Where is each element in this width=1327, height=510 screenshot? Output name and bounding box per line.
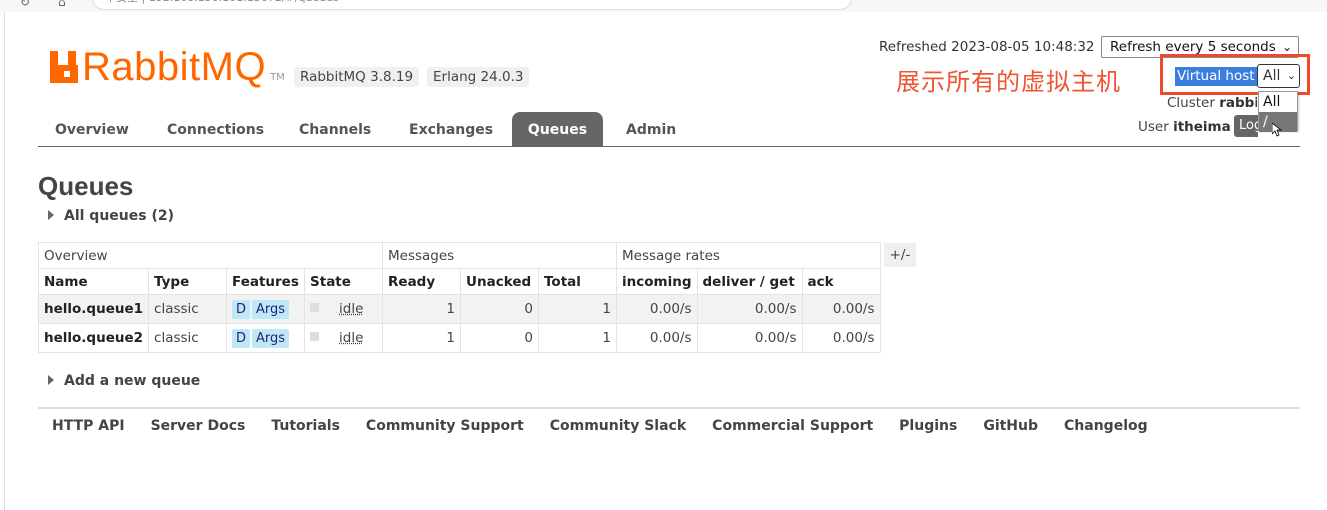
footer-link-changelog[interactable]: Changelog bbox=[1064, 418, 1148, 434]
expand-arrow-icon bbox=[48, 210, 54, 220]
erlang-version: Erlang 24.0.3 bbox=[427, 67, 530, 87]
virtual-host-value: All bbox=[1263, 68, 1281, 84]
feature-durable-badge: D bbox=[232, 299, 251, 319]
tab-exchanges[interactable]: Exchanges bbox=[409, 112, 493, 147]
queue-total: 1 bbox=[538, 294, 618, 324]
queue-ack-rate: 0.00/s bbox=[801, 294, 881, 324]
logo-text: RabbitMQ bbox=[82, 45, 267, 89]
footer-link-github[interactable]: GitHub bbox=[983, 418, 1038, 434]
virtual-host-label: Virtual host bbox=[1175, 67, 1257, 86]
all-queues-label: All queues (2) bbox=[64, 208, 174, 224]
col-features[interactable]: Features bbox=[226, 268, 306, 295]
vhost-option-all[interactable]: All bbox=[1259, 92, 1297, 112]
annotation-text: 展示所有的虚拟主机 bbox=[896, 68, 1121, 96]
col-ready[interactable]: Ready bbox=[382, 268, 462, 295]
browser-chrome: ↻ ⌂ 不安全 | 192.168.150.101:15672/#/queues bbox=[0, 0, 1327, 12]
state-indicator-icon bbox=[310, 332, 320, 341]
state-indicator-icon bbox=[310, 303, 320, 312]
tab-queues[interactable]: Queues bbox=[512, 112, 603, 147]
footer-divider bbox=[38, 407, 1300, 409]
refresh-interval-value: Refresh every 5 seconds bbox=[1110, 39, 1276, 55]
tab-overview[interactable]: Overview bbox=[55, 112, 129, 147]
feature-durable-badge: D bbox=[232, 328, 251, 348]
queue-deliver-rate: 0.00/s bbox=[696, 294, 803, 324]
col-deliver-get[interactable]: deliver / get bbox=[696, 268, 803, 295]
rabbitmq-logo[interactable]: RabbitMQ TM bbox=[50, 47, 285, 87]
tab-admin[interactable]: Admin bbox=[626, 112, 676, 147]
footer-link-community-slack[interactable]: Community Slack bbox=[550, 418, 686, 434]
queue-ack-rate: 0.00/s bbox=[801, 323, 881, 353]
address-bar[interactable]: 不安全 | 192.168.150.101:15672/#/queues bbox=[92, 0, 852, 10]
feature-args-badge: Args bbox=[252, 299, 290, 319]
queue-incoming-rate: 0.00/s bbox=[616, 294, 698, 324]
group-message-rates: Message rates bbox=[616, 242, 881, 269]
footer-link-tutorials[interactable]: Tutorials bbox=[271, 418, 340, 434]
table-row[interactable]: hello.queue1 classic D Args idle 1 0 1 0.… bbox=[37, 294, 881, 324]
cluster-value: rabbi bbox=[1219, 95, 1257, 111]
page-title: Queues bbox=[38, 171, 134, 201]
footer-link-commercial-support[interactable]: Commercial Support bbox=[712, 418, 873, 434]
table-row[interactable]: hello.queue2 classic D Args idle 1 0 1 0.… bbox=[37, 323, 881, 353]
feature-args-badge: Args bbox=[252, 328, 290, 348]
add-queue-label: Add a new queue bbox=[64, 373, 201, 389]
logo-tm: TM bbox=[270, 72, 285, 83]
rabbitmq-logo-icon bbox=[50, 51, 78, 83]
queue-deliver-rate: 0.00/s bbox=[696, 323, 803, 353]
col-state[interactable]: State bbox=[304, 268, 384, 295]
col-total[interactable]: Total bbox=[538, 268, 618, 295]
refresh-icon[interactable]: ↻ bbox=[20, 0, 34, 8]
col-ack[interactable]: ack bbox=[801, 268, 881, 295]
queue-state-text: idle bbox=[339, 301, 364, 317]
footer-link-server-docs[interactable]: Server Docs bbox=[151, 418, 246, 434]
queue-state: idle bbox=[304, 323, 384, 353]
chevron-down-icon: ⌄ bbox=[1286, 69, 1296, 82]
col-name[interactable]: Name bbox=[37, 268, 150, 295]
all-queues-toggle[interactable]: All queues (2) bbox=[48, 208, 174, 224]
col-type[interactable]: Type bbox=[148, 268, 228, 295]
tab-connections[interactable]: Connections bbox=[167, 112, 264, 147]
queue-features: D Args bbox=[226, 323, 306, 353]
main-nav-tabs: Overview Connections Channels Exchanges … bbox=[38, 112, 1300, 147]
virtual-host-select[interactable]: All ⌄ bbox=[1257, 64, 1300, 88]
queue-total: 1 bbox=[538, 323, 618, 353]
add-queue-toggle[interactable]: Add a new queue bbox=[48, 373, 200, 389]
cluster-label: Cluster bbox=[1167, 95, 1215, 111]
rabbitmq-version: RabbitMQ 3.8.19 bbox=[294, 67, 420, 87]
column-options-button[interactable]: +/- bbox=[884, 243, 916, 267]
tab-channels[interactable]: Channels bbox=[299, 112, 371, 147]
group-overview: Overview bbox=[37, 242, 384, 269]
queue-name-link[interactable]: hello.queue2 bbox=[37, 323, 150, 353]
footer-link-plugins[interactable]: Plugins bbox=[899, 418, 957, 434]
queue-ready: 1 bbox=[382, 294, 462, 324]
queue-state-text: idle bbox=[339, 330, 364, 346]
col-unacked[interactable]: Unacked bbox=[460, 268, 540, 295]
queue-incoming-rate: 0.00/s bbox=[616, 323, 698, 353]
refreshed-timestamp: Refreshed 2023-08-05 10:48:32 bbox=[879, 39, 1095, 55]
queue-state: idle bbox=[304, 294, 384, 324]
queue-unacked: 0 bbox=[460, 323, 540, 353]
footer-link-http-api[interactable]: HTTP API bbox=[52, 418, 125, 434]
queue-name-link[interactable]: hello.queue1 bbox=[37, 294, 150, 324]
expand-arrow-icon bbox=[48, 375, 54, 385]
home-icon[interactable]: ⌂ bbox=[58, 0, 72, 8]
col-incoming[interactable]: incoming bbox=[616, 268, 698, 295]
cluster-info: Cluster rabbi bbox=[1167, 95, 1257, 111]
queue-features: D Args bbox=[226, 294, 306, 324]
queue-ready: 1 bbox=[382, 323, 462, 353]
queue-type: classic bbox=[148, 323, 228, 353]
group-messages: Messages bbox=[382, 242, 618, 269]
queue-type: classic bbox=[148, 294, 228, 324]
queues-table: Overview Messages Message rates Name Typ… bbox=[37, 242, 881, 353]
footer-link-community-support[interactable]: Community Support bbox=[366, 418, 524, 434]
queue-unacked: 0 bbox=[460, 294, 540, 324]
footer-links: HTTP API Server Docs Tutorials Community… bbox=[52, 418, 1174, 434]
